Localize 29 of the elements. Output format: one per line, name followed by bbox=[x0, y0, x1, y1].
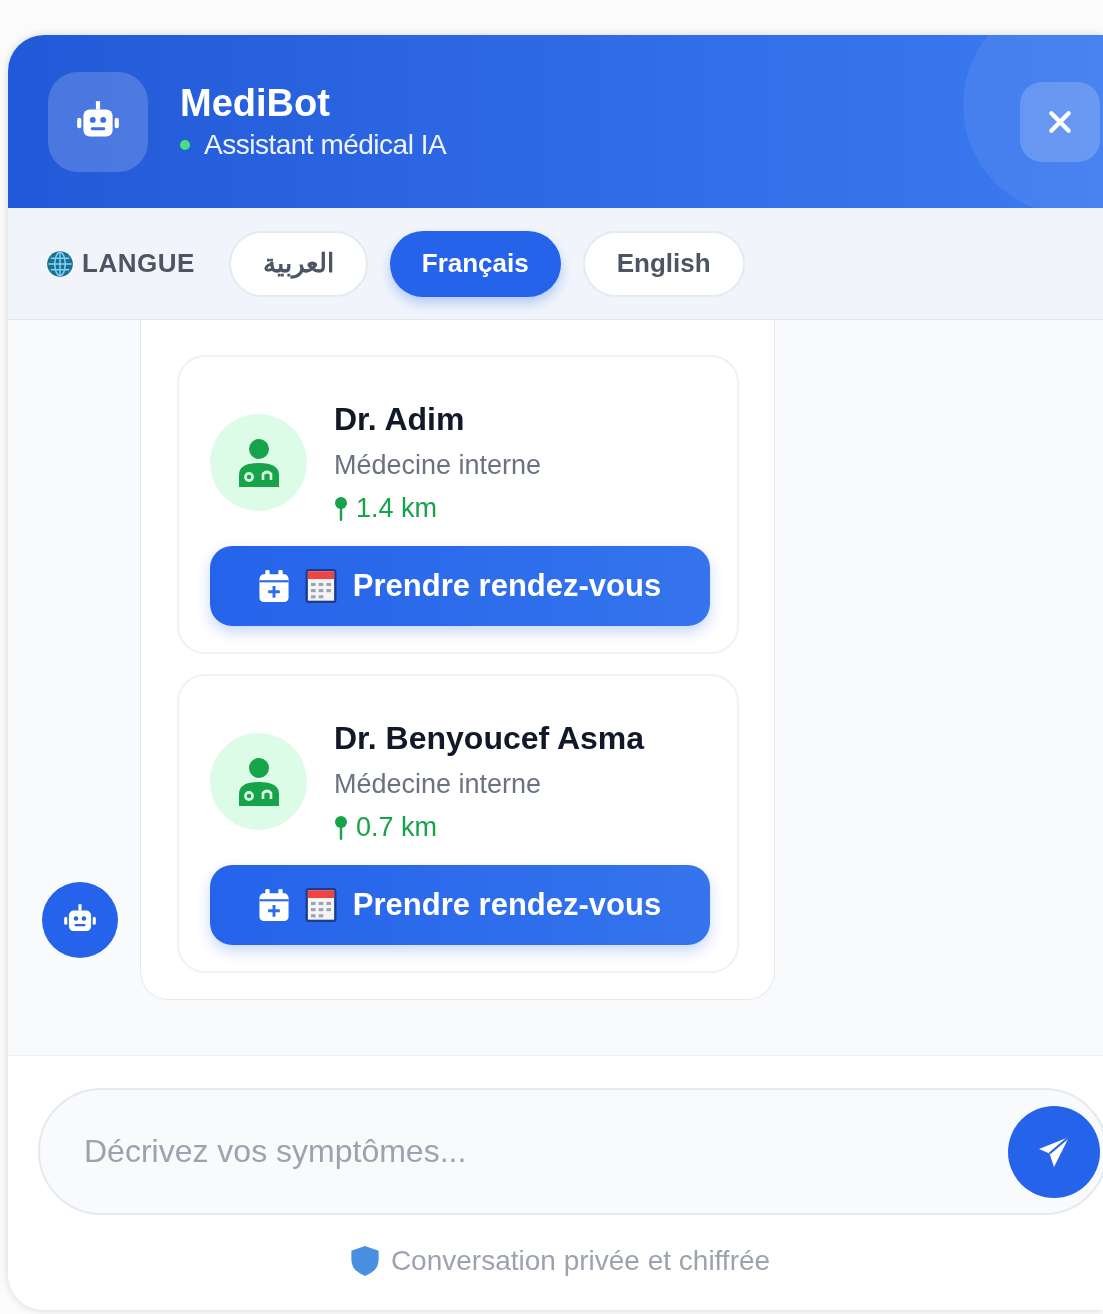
bot-title: MediBot bbox=[180, 82, 331, 125]
language-option[interactable]: العربية bbox=[228, 230, 368, 297]
privacy-note: Conversation privée et chiffrée bbox=[390, 1245, 771, 1277]
calendar-plus-icon bbox=[258, 570, 289, 602]
bot-status: Assistant médical IA bbox=[204, 129, 447, 161]
language-label: LANGUE bbox=[82, 248, 195, 279]
close-button[interactable] bbox=[1020, 81, 1100, 162]
language-option[interactable]: Français bbox=[389, 230, 561, 297]
book-appointment-button[interactable]: Prendre rendez-vous bbox=[210, 865, 710, 945]
doctor-specialty: Médecine interne bbox=[334, 450, 542, 481]
doctor-distance: 1.4 km bbox=[356, 493, 438, 524]
doctor-icon bbox=[236, 757, 281, 806]
book-appointment-button[interactable]: Prendre rendez-vous bbox=[210, 546, 710, 626]
doctor-distance: 0.7 km bbox=[356, 812, 438, 843]
doctor-name: Dr. Adim bbox=[334, 401, 466, 438]
doctor-name: Dr. Benyoucef Asma bbox=[334, 720, 645, 757]
doctor-icon bbox=[236, 438, 281, 487]
calendar-plus-icon bbox=[258, 889, 289, 921]
globe-icon bbox=[46, 249, 74, 278]
calendar-icon bbox=[304, 888, 337, 922]
pin-icon bbox=[334, 814, 348, 841]
message-field[interactable]: Décrivez vos symptômes... bbox=[38, 1088, 1103, 1215]
pin-icon bbox=[334, 495, 348, 522]
language-option[interactable]: English bbox=[582, 230, 745, 297]
calendar-icon bbox=[304, 569, 337, 603]
close-icon bbox=[1047, 108, 1073, 135]
message-input[interactable]: Décrivez vos symptômes... bbox=[82, 1132, 1008, 1171]
doctor-specialty: Médecine interne bbox=[334, 769, 543, 800]
shield-icon bbox=[350, 1246, 379, 1276]
